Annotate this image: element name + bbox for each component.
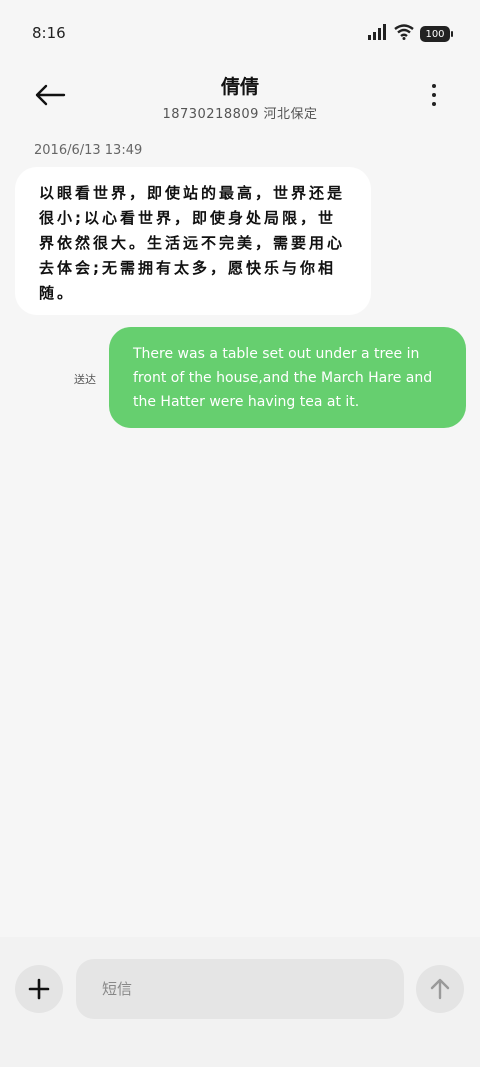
more-vertical-icon [432, 84, 436, 88]
arrow-up-icon [430, 978, 450, 1000]
delivery-status: 送达 [74, 373, 96, 386]
add-attachment-button[interactable] [15, 965, 63, 1013]
sent-message-bubble[interactable]: There was a table set out under a tree i… [109, 327, 466, 428]
wifi-icon [394, 24, 414, 44]
contact-info: 倩倩 18730218809 河北保定 [100, 72, 380, 122]
contact-number-location: 18730218809 河北保定 [162, 107, 318, 122]
status-time: 8:16 [32, 24, 66, 42]
received-message-bubble[interactable]: 以眼看世界，即使站的最高，世界还是很小;以心看世界，即使身处局限，世界依然很大。… [15, 167, 371, 315]
conversation-header: 倩倩 18730218809 河北保定 [0, 66, 480, 132]
message-timestamp: 2016/6/13 13:49 [34, 143, 143, 158]
plus-icon [28, 978, 50, 1000]
status-icons: 100 [368, 24, 453, 44]
status-bar: 8:16 100 [0, 0, 480, 66]
message-input[interactable] [76, 959, 404, 1019]
battery-icon: 100 [420, 26, 453, 42]
battery-level: 100 [425, 28, 445, 40]
contact-name: 倩倩 [220, 76, 259, 98]
more-options-button[interactable] [424, 80, 444, 110]
signal-icon [368, 24, 388, 44]
arrow-left-icon [35, 84, 66, 106]
composer-bar [0, 937, 480, 1067]
received-message-text: 以眼看世界，即使站的最高，世界还是很小;以心看世界，即使身处局限，世界依然很大。… [39, 184, 346, 302]
sent-message-text: There was a table set out under a tree i… [133, 346, 433, 410]
back-button[interactable] [30, 80, 70, 110]
send-button[interactable] [416, 965, 464, 1013]
